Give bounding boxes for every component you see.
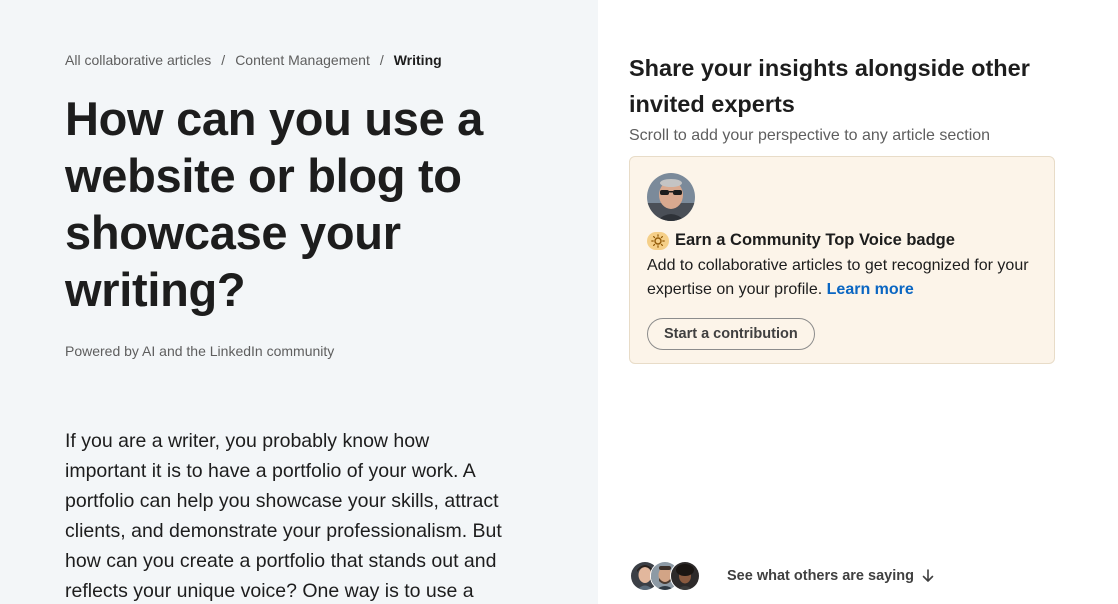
- share-insights-subtext: Scroll to add your perspective to any ar…: [629, 127, 991, 144]
- breadcrumb-content-management[interactable]: Content Management: [235, 52, 370, 68]
- breadcrumb-separator: /: [221, 52, 226, 68]
- article-title: How can you use a website or blog to sho…: [65, 92, 484, 316]
- badge-row: Earn a Community Top Voice badge: [647, 231, 955, 250]
- see-others-label[interactable]: See what others are saying: [727, 568, 934, 584]
- avatar: [670, 561, 700, 591]
- breadcrumb-current: Writing: [393, 52, 442, 68]
- article-column: All collaborative articles / Content Man…: [0, 0, 598, 604]
- learn-more-link[interactable]: Learn more: [827, 281, 914, 298]
- arrow-down-icon: [922, 569, 934, 583]
- avatar: [647, 173, 695, 221]
- lightbulb-icon: [647, 231, 669, 250]
- breadcrumb-separator: /: [379, 52, 384, 68]
- powered-by-text: Powered by AI and the LinkedIn community: [65, 343, 335, 359]
- breadcrumb-all-articles[interactable]: All collaborative articles: [65, 52, 211, 68]
- see-others-row[interactable]: See what others are saying: [630, 561, 934, 591]
- top-voice-card: Earn a Community Top Voice badge Add to …: [629, 156, 1055, 364]
- card-description: Add to collaborative articles to get rec…: [647, 254, 1042, 302]
- article-intro: If you are a writer, you probably know h…: [65, 430, 502, 602]
- see-others-text: See what others are saying: [727, 568, 914, 584]
- start-contribution-button[interactable]: Start a contribution: [647, 318, 815, 350]
- badge-title: Earn a Community Top Voice badge: [675, 231, 955, 249]
- breadcrumb: All collaborative articles / Content Man…: [65, 52, 442, 68]
- contributor-avatars: [630, 561, 704, 591]
- share-insights-heading: Share your insights alongside other invi…: [629, 55, 1030, 117]
